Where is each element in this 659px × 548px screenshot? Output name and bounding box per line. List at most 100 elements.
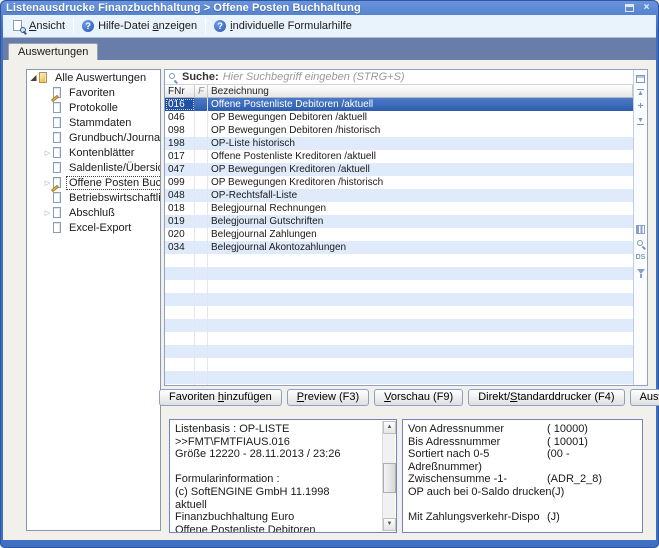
table-row[interactable]: 034Belegjournal Akontozahlungen: [165, 241, 633, 254]
cell-fnr: [165, 345, 195, 358]
filter-icon[interactable]: [635, 266, 646, 277]
table-row[interactable]: 018Belegjournal Rechnungen: [165, 202, 633, 215]
parameter-line: OP auch bei 0-Saldo drucken(J): [408, 486, 637, 499]
cell-f: [195, 280, 208, 293]
tree-item-kontenbl-tter[interactable]: ▷Kontenblätter: [27, 145, 160, 160]
tree-item-label: Alle Auswertungen: [53, 72, 148, 84]
tree-item-favoriten[interactable]: Favoriten: [27, 85, 160, 100]
scroll-down-icon[interactable]: ▼: [383, 518, 396, 531]
parameter-value: (ADR_2_8): [547, 473, 637, 486]
cell-name: OP Bewegungen Kreditoren /historisch: [208, 176, 633, 189]
empty-row: [165, 306, 633, 319]
page-icon: [52, 132, 63, 144]
table-row[interactable]: 019Belegjournal Gutschriften: [165, 215, 633, 228]
tab-auswertungen[interactable]: Auswertungen: [8, 43, 98, 60]
page-edit-icon: [52, 177, 63, 189]
table-row[interactable]: 020Belegjournal Zahlungen: [165, 228, 633, 241]
toolbar-button-formularhilfe[interactable]: ? individuelle Formularhilfe: [208, 18, 358, 34]
toolbar-button-hilfe-datei[interactable]: ? Hilfe-Datei anzeigen: [76, 18, 203, 34]
favoriten-hinzuf-gen-button[interactable]: Favoriten hinzufügen: [159, 389, 282, 406]
parameter-label: OP auch bei 0-Saldo drucken: [408, 486, 552, 499]
table-row[interactable]: 047OP Bewegungen Kreditoren /aktuell: [165, 163, 633, 176]
parameter-label: Von Adressnummer: [408, 423, 547, 436]
cell-fnr: 020: [165, 228, 195, 241]
close-button[interactable]: ×: [640, 2, 653, 13]
form-info-line: aktuell: [175, 499, 380, 512]
cell-f: [195, 228, 208, 241]
cell-fnr: 019: [165, 215, 195, 228]
tree-item-grundbuch-journale[interactable]: Grundbuch/Journale: [27, 130, 160, 145]
tree-item-offene-posten-buchhaltung[interactable]: ▷Offene Posten Buchhaltung: [27, 175, 160, 190]
cell-f: [195, 241, 208, 254]
scroll-up-icon[interactable]: ▲: [383, 421, 396, 434]
tree-item-alle-auswertungen[interactable]: ◢ Alle Auswertungen: [27, 70, 160, 85]
column-header-fnr[interactable]: FNr: [165, 85, 195, 97]
column-header-f[interactable]: F: [195, 85, 208, 97]
scroll-top-icon[interactable]: ▲: [635, 87, 646, 98]
tree-item-protokolle[interactable]: Protokolle: [27, 100, 160, 115]
vorschau-f9-button[interactable]: Vorschau (F9): [374, 389, 463, 406]
tree-item-saldenliste-bersicht[interactable]: Saldenliste/Übersicht: [27, 160, 160, 175]
form-info-line: (c) SoftENGINE GmbH 11.1998: [175, 486, 380, 499]
parameter-label: Mit Zahlungsverkehr-Dispo: [408, 511, 547, 524]
parameter-line: Adreßnummer): [408, 461, 637, 474]
preview-f3-button[interactable]: Preview (F3): [287, 389, 369, 406]
form-info-line: Listenbasis : OP-LISTE: [175, 423, 380, 436]
tree-item-label: Betriebswirtschaftliche Auswertungen: [67, 192, 161, 204]
toolbar-separator: [73, 18, 74, 34]
table-row[interactable]: 198OP-Liste historisch: [165, 137, 633, 150]
cell-name: Belegjournal Rechnungen: [208, 202, 633, 215]
columns-icon[interactable]: [635, 224, 646, 235]
expand-icon[interactable]: ▷: [43, 179, 52, 187]
cell-name: OP-Liste historisch: [208, 137, 633, 150]
dataset-icon[interactable]: DS: [635, 252, 646, 263]
scrollbar-thumb[interactable]: [383, 463, 396, 493]
zoom-icon[interactable]: [635, 238, 646, 249]
help-icon: ?: [214, 20, 226, 32]
cell-name: OP-Rechtsfall-Liste: [208, 189, 633, 202]
toolbar-button-ansicht[interactable]: Ansicht: [7, 18, 71, 35]
info-scrollbar[interactable]: ▲ ▼: [382, 421, 395, 531]
table-row[interactable]: 046OP Bewegungen Debitoren /aktuell: [165, 111, 633, 124]
expand-icon[interactable]: ▷: [43, 209, 52, 217]
cell-f: [195, 358, 208, 371]
tree-item-label: Favoriten: [67, 87, 117, 99]
cell-f: [195, 202, 208, 215]
tree-item-excel-export[interactable]: Excel-Export: [27, 220, 160, 235]
move-icon[interactable]: +: [635, 101, 646, 112]
table-row[interactable]: 016Offene Postenliste Debitoren /aktuell: [165, 98, 633, 111]
scroll-bottom-icon[interactable]: ▼: [635, 115, 646, 126]
tree-item-label: Protokolle: [67, 102, 120, 114]
cell-fnr: 047: [165, 163, 195, 176]
tree-item-stammdaten[interactable]: Stammdaten: [27, 115, 160, 130]
direkt-standarddrucker-f4-button[interactable]: Direkt/Standarddrucker (F4): [468, 389, 624, 406]
parameter-line: [408, 499, 637, 512]
parameter-value: ( 10001): [547, 436, 637, 449]
cell-name: [208, 371, 633, 384]
column-header-bezeichnung[interactable]: Bezeichnung: [208, 85, 633, 97]
parameter-line: Sortiert nach 0-5(00 -: [408, 448, 637, 461]
tree-item-betriebswirtschaftliche-auswertungen[interactable]: Betriebswirtschaftliche Auswertungen: [27, 190, 160, 205]
cell-fnr: [165, 371, 195, 384]
collapse-icon[interactable]: ◢: [29, 73, 38, 82]
restore-button[interactable]: [623, 2, 636, 13]
search-label: Suche:: [182, 71, 219, 83]
form-info-line: Finanzbuchhaltung Euro: [175, 511, 380, 524]
empty-row: [165, 371, 633, 384]
table-row[interactable]: 098OP Bewegungen Debitoren /historisch: [165, 124, 633, 137]
table-row[interactable]: 099OP Bewegungen Kreditoren /historisch: [165, 176, 633, 189]
empty-row: [165, 358, 633, 371]
tree-item-label: Saldenliste/Übersicht: [67, 162, 161, 174]
new-window-icon[interactable]: [635, 73, 646, 84]
help-icon: ?: [82, 20, 94, 32]
search-input[interactable]: [223, 71, 630, 84]
expand-icon[interactable]: ▷: [43, 149, 52, 157]
cell-name: [208, 306, 633, 319]
cell-fnr: [165, 293, 195, 306]
auswertung-drucken-button[interactable]: Auswertung drucken: [630, 389, 659, 406]
table-row[interactable]: 017Offene Postenliste Kreditoren /aktuel…: [165, 150, 633, 163]
table-row[interactable]: 048OP-Rechtsfall-Liste: [165, 189, 633, 202]
parameter-value: (00 -: [547, 448, 637, 461]
cell-fnr: 098: [165, 124, 195, 137]
tree-item-abschlu-[interactable]: ▷Abschluß: [27, 205, 160, 220]
